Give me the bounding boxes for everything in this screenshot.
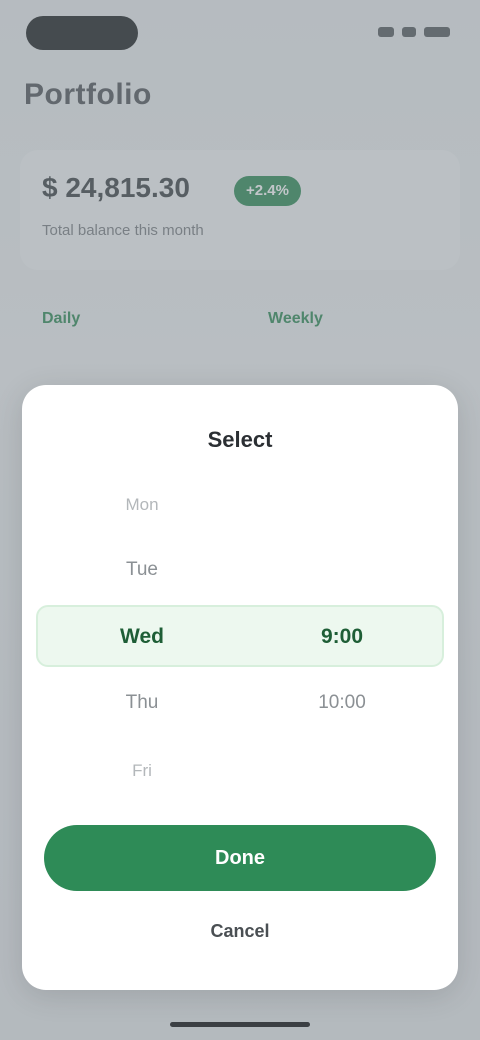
picker-option[interactable]: Thu bbox=[42, 673, 242, 733]
picker-option[interactable]: Tue bbox=[42, 540, 242, 600]
modal-title: Select bbox=[207, 427, 273, 452]
picker-option[interactable]: Fri bbox=[42, 741, 242, 801]
picker-option[interactable]: 10:00 bbox=[242, 673, 442, 733]
picker-column-right[interactable]: 9:00 10:00 bbox=[242, 475, 442, 805]
cancel-button[interactable]: Cancel bbox=[22, 921, 458, 942]
done-button[interactable]: Done bbox=[44, 825, 436, 891]
picker-option[interactable]: Mon bbox=[42, 475, 242, 535]
picker-wheel[interactable]: Mon Tue Wed Thu Fri 9:00 10:00 bbox=[22, 475, 458, 805]
picker-option-selected[interactable]: 9:00 bbox=[242, 607, 442, 667]
picker-column-left[interactable]: Mon Tue Wed Thu Fri bbox=[42, 475, 242, 805]
home-indicator bbox=[170, 1022, 310, 1027]
picker-modal: Select Mon Tue Wed Thu Fri 9:00 10:00 Do… bbox=[22, 385, 458, 990]
picker-option-selected[interactable]: Wed bbox=[42, 607, 242, 667]
